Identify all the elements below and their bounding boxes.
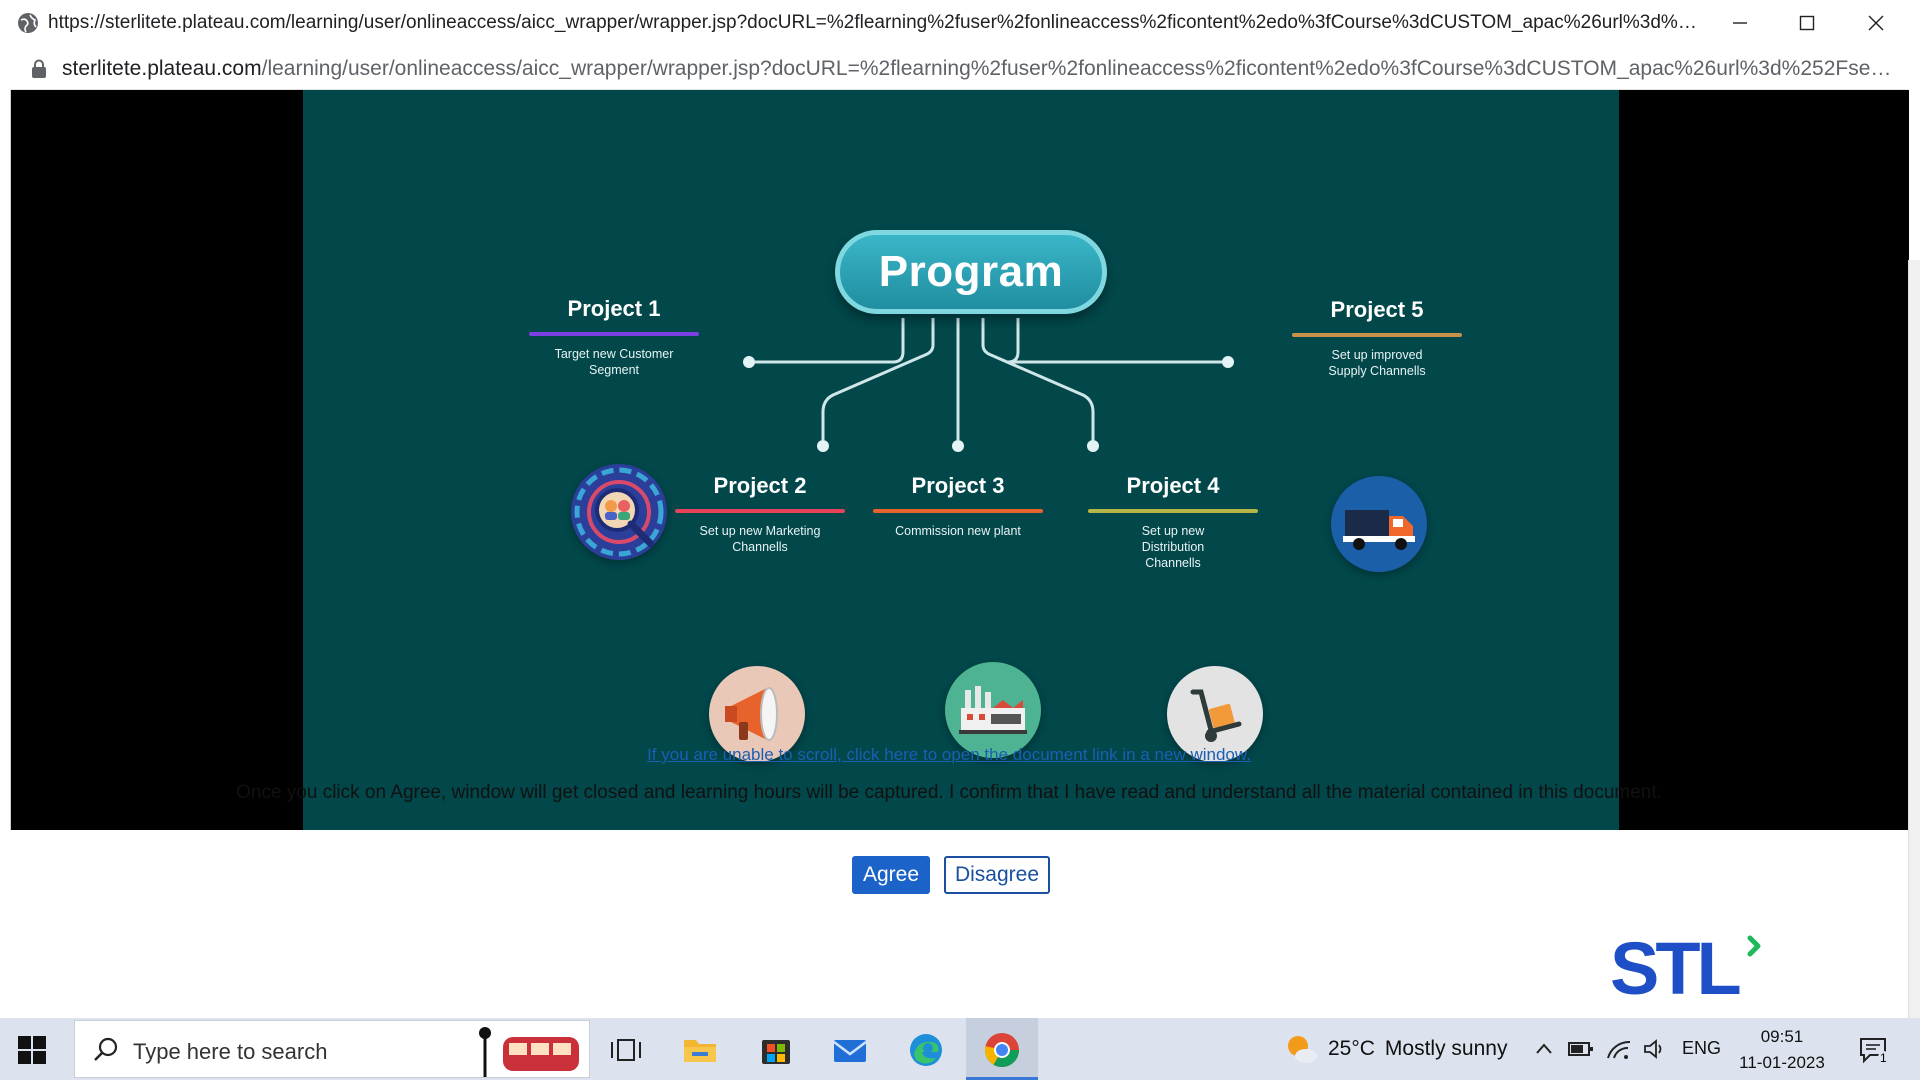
search-highlight-image (473, 1023, 585, 1077)
sun-cloud-icon (1288, 1036, 1317, 1063)
globe-icon (18, 13, 38, 33)
address-path: /learning/user/onlineaccess/aicc_wrapper… (261, 57, 1892, 80)
address-host: sterlitete.plateau.com (62, 57, 262, 80)
clock-time: 09:51 (1760, 1027, 1804, 1046)
chrome-taskbar-button[interactable] (966, 1018, 1038, 1080)
target-people-icon (571, 464, 667, 560)
address-bar[interactable]: sterlitete.plateau.com/learning/user/onl… (10, 48, 1908, 90)
project-desc: Set up new Marketing Channells (699, 524, 821, 554)
notification-count: 1 (1878, 1051, 1889, 1065)
search-placeholder: Type here to search (133, 1039, 328, 1064)
weather-desc: Mostly sunny (1384, 1037, 1508, 1060)
program-pill: Program (835, 230, 1107, 314)
wifi-icon[interactable] (1606, 1038, 1632, 1060)
project-underline (1292, 333, 1462, 337)
search-icon (94, 1037, 118, 1061)
clock-date: 11-01-2023 (1739, 1053, 1825, 1072)
weather-temp: 25°C (1328, 1037, 1375, 1060)
document-viewer[interactable]: Program Project 1 Target new Customer Se… (11, 90, 1909, 830)
maximize-button[interactable] (1787, 8, 1827, 38)
project-underline (1088, 509, 1258, 513)
task-view-icon[interactable] (606, 1030, 646, 1070)
project-underline (675, 509, 845, 513)
project-underline (529, 332, 699, 336)
project-underline (873, 509, 1043, 513)
mail-icon[interactable] (830, 1030, 870, 1070)
address-url[interactable]: sterlitete.plateau.com/learning/user/onl… (62, 57, 1892, 81)
chevron-up-icon[interactable] (1534, 1040, 1554, 1058)
windows-taskbar: Type here to search 25°C Mostly sunny EN… (0, 1018, 1920, 1080)
scrollbar[interactable] (1908, 260, 1920, 1020)
project-5: Project 5 Set up improved Supply Channel… (1277, 297, 1477, 379)
close-button[interactable] (1856, 8, 1896, 38)
stl-logo: STL (1610, 930, 1761, 1000)
project-4: Project 4 Set up new Distribution Channe… (1073, 473, 1273, 571)
project-name: Project 5 (1330, 297, 1424, 322)
window-title-url: https://sterlitete.plateau.com/learning/… (48, 12, 1698, 33)
document-window: Program Project 1 Target new Customer Se… (10, 90, 1909, 830)
project-desc: Target new Customer Segment (554, 347, 674, 377)
close-icon (1868, 15, 1884, 31)
microsoft-store-icon[interactable] (756, 1030, 796, 1070)
disagree-button[interactable]: Disagree (944, 856, 1050, 894)
delivery-truck-icon (1331, 476, 1427, 572)
project-1: Project 1 Target new Customer Segment (514, 296, 714, 378)
project-desc: Set up improved Supply Channells (1328, 348, 1426, 378)
weather-widget[interactable]: 25°C Mostly sunny (1284, 1034, 1507, 1064)
language-indicator[interactable]: ENG (1682, 1038, 1721, 1059)
minimize-button[interactable] (1720, 8, 1760, 38)
window-titlebar: https://sterlitete.plateau.com/learning/… (0, 0, 1920, 46)
agree-button[interactable]: Agree (852, 856, 930, 894)
chrome-icon (985, 1033, 1019, 1067)
project-name: Project 2 (713, 473, 807, 498)
windows-start-icon[interactable] (18, 1036, 46, 1064)
svg-text:STL: STL (1610, 930, 1740, 1000)
project-name: Project 1 (567, 296, 661, 321)
edge-icon[interactable] (906, 1030, 946, 1070)
project-name: Project 3 (911, 473, 1005, 498)
program-label: Program (878, 247, 1064, 296)
open-document-link[interactable]: If you are unable to scroll, click here … (0, 745, 1898, 765)
system-clock[interactable]: 09:51 11-01-2023 (1736, 1024, 1828, 1076)
lock-icon (32, 59, 46, 78)
project-3: Project 3 Commission new plant (858, 473, 1058, 539)
volume-icon[interactable] (1642, 1038, 1668, 1060)
confirmation-text: Once you click on Agree, window will get… (236, 782, 1662, 803)
program-slide: Program Project 1 Target new Customer Se… (303, 90, 1619, 830)
project-desc: Commission new plant (895, 524, 1021, 538)
factory-icon (945, 662, 1041, 758)
notification-button[interactable]: 1 (1858, 1035, 1889, 1070)
project-desc: Set up new Distribution Channells (1141, 524, 1205, 570)
taskbar-search-box[interactable]: Type here to search (74, 1020, 590, 1078)
minimize-icon (1733, 22, 1747, 24)
project-name: Project 4 (1126, 473, 1220, 498)
maximize-icon (1799, 15, 1815, 31)
project-2: Project 2 Set up new Marketing Channells (660, 473, 860, 555)
file-explorer-icon[interactable] (680, 1030, 720, 1070)
battery-icon[interactable] (1568, 1040, 1594, 1058)
